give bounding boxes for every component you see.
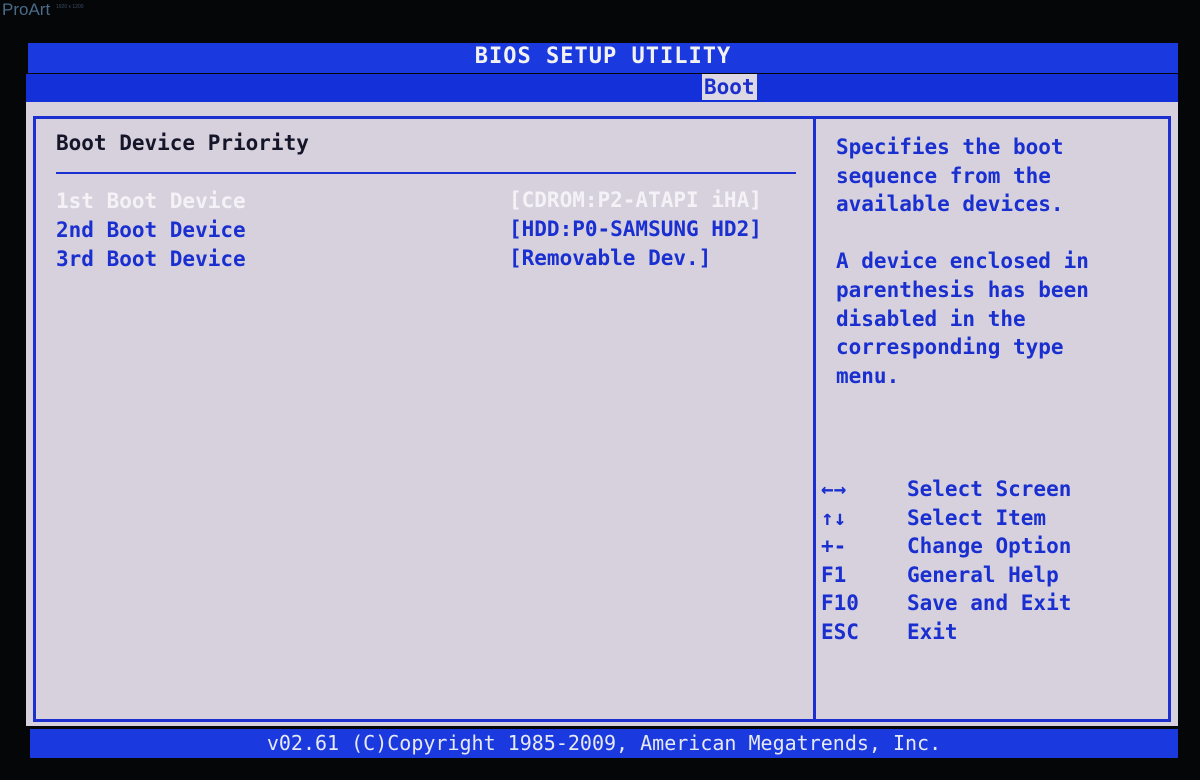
settings-panel: Boot Device Priority 1st Boot Device [CD… [33,116,816,722]
boot-device-1-label[interactable]: 1st Boot Device [56,189,246,213]
help-text: Specifies the boot sequence from the ava… [836,135,1089,388]
key-action: Change Option [907,534,1072,559]
arrows-up-down-icon: ↑↓ [821,505,847,530]
section-title: Boot Device Priority [56,131,309,155]
bios-title: BIOS SETUP UTILITY [474,44,732,69]
footer-bar: v02.61 (C)Copyright 1985-2009, American … [30,729,1178,758]
monitor-resolution: 1920 x 1200 [56,4,84,10]
key-legend-row: ESC Exit [821,618,1071,647]
key-label: F10 [821,591,859,616]
key-action: Select Item [907,505,1047,530]
tab-boot[interactable]: Boot [702,74,757,100]
arrows-left-right-icon: ←→ [821,477,847,501]
key-legend-row: ↑↓ Select Item [821,504,1071,533]
plus-minus-icon: +- [821,534,847,559]
tab-bar: Boot [26,74,1178,102]
copyright-text: v02.61 (C)Copyright 1985-2009, American … [266,731,942,755]
title-bar: BIOS SETUP UTILITY [28,43,1178,73]
monitor-brand-logo: ProArt [2,0,51,19]
key-legend: ←→ Select Screen ↑↓ Select Item +- Chang… [821,475,1071,647]
boot-device-2-label[interactable]: 2nd Boot Device [56,218,246,242]
key-label: ESC [821,619,859,644]
section-divider [56,172,796,174]
key-label: F1 [821,562,847,587]
boot-device-2-value[interactable]: [HDD:P0-SAMSUNG HD2] [509,217,762,241]
boot-device-3-value[interactable]: [Removable Dev.] [509,246,711,270]
key-action: Exit [907,619,958,644]
boot-device-3-label[interactable]: 3rd Boot Device [56,247,246,271]
monitor-spec-text: 1920 x 1200 [56,4,84,10]
key-legend-row: F10 Save and Exit [821,589,1071,618]
key-legend-row: +- Change Option [821,532,1071,561]
help-panel: Specifies the boot sequence from the ava… [813,116,1171,722]
main-area: Boot Device Priority 1st Boot Device [CD… [26,102,1178,726]
boot-device-1-value[interactable]: [CDROM:P2-ATAPI iHA] [509,188,762,212]
key-legend-row: ←→ Select Screen [821,475,1071,504]
key-legend-row: F1 General Help [821,561,1071,590]
key-action: General Help [907,562,1059,587]
key-action: Select Screen [907,477,1072,501]
key-action: Save and Exit [907,591,1072,616]
